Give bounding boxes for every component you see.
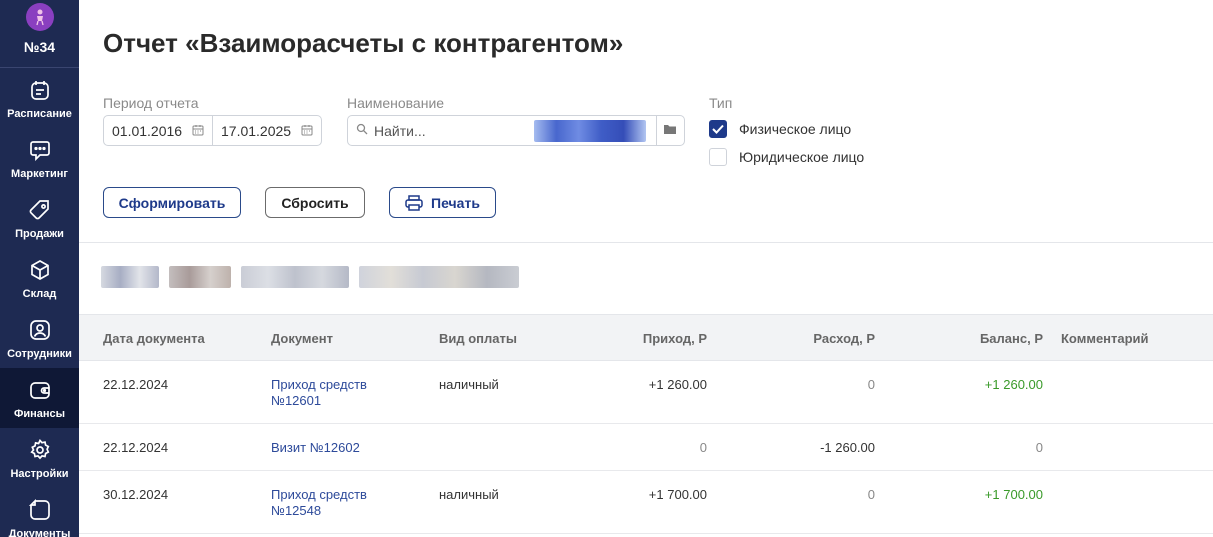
calendar-small-icon: [301, 123, 313, 139]
main-content: Отчет «Взаиморасчеты с контрагентом» Пер…: [79, 0, 1213, 537]
sidebar: №34 Расписание Маркетинг Продажи Склад С…: [0, 0, 79, 537]
document-link-line: №12548: [271, 503, 322, 518]
calendar-small-icon: [192, 123, 204, 139]
search-wrapper: [348, 116, 534, 145]
branch-switcher[interactable]: №34: [0, 0, 79, 68]
branch-label: №34: [23, 39, 56, 55]
date-to-field[interactable]: 17.01.2025: [212, 116, 321, 145]
search-input[interactable]: [374, 122, 534, 139]
sidebar-item-marketing[interactable]: Маркетинг: [0, 128, 79, 188]
generate-button[interactable]: Сформировать: [103, 187, 241, 218]
type-option-legal[interactable]: Юридическое лицо: [709, 148, 864, 166]
table-row: 22.12.2024 Приход средств №12601 наличны…: [79, 361, 1213, 424]
sidebar-item-settings[interactable]: Настройки: [0, 428, 79, 488]
column-header[interactable]: Баланс, Р: [943, 331, 1043, 346]
date-from-field[interactable]: 01.01.2016: [104, 116, 212, 145]
column-header[interactable]: Расход, Р: [775, 331, 875, 346]
document-link[interactable]: Приход средств №12601: [271, 377, 411, 409]
period-label: Период отчета: [103, 95, 199, 111]
column-header[interactable]: Комментарий: [1061, 331, 1149, 346]
sidebar-item-label: Склад: [22, 288, 57, 300]
cell-payment: наличный: [439, 487, 499, 502]
column-header[interactable]: Вид оплаты: [439, 331, 517, 346]
box-icon: [28, 258, 52, 282]
cell-date: 30.12.2024: [103, 487, 169, 502]
search-icon: [356, 122, 368, 140]
table-row: 22.12.2024 Визит №12602 0 -1 260.00 0: [79, 424, 1213, 471]
cell-expense: -1 260.00: [820, 440, 875, 455]
cell-expense: 0: [867, 487, 875, 502]
document-link-line: Визит №12602: [271, 440, 360, 455]
section-divider: [79, 242, 1213, 243]
tag-icon: [28, 198, 52, 222]
column-header[interactable]: Документ: [271, 331, 411, 346]
date-to-value: 17.01.2025: [221, 122, 292, 139]
sidebar-item-warehouse[interactable]: Склад: [0, 248, 79, 308]
table-header: Дата документа Документ Вид оплаты Прихо…: [79, 314, 1213, 361]
document-link-line: Приход средств: [271, 377, 367, 392]
checkbox-legal[interactable]: [709, 148, 727, 166]
cell-balance: +1 260.00: [984, 377, 1043, 392]
sidebar-item-label: Расписание: [7, 108, 72, 120]
sidebar-item-schedule[interactable]: Расписание: [0, 68, 79, 128]
person-icon: [28, 318, 52, 342]
column-header[interactable]: Приход, Р: [607, 331, 707, 346]
cell-income: +1 700.00: [648, 487, 707, 502]
print-button[interactable]: Печать: [389, 187, 496, 218]
sidebar-item-label: Маркетинг: [11, 168, 68, 180]
print-button-label: Печать: [431, 194, 480, 211]
document-link[interactable]: Визит №12602: [271, 440, 411, 456]
column-header[interactable]: Дата документа: [103, 331, 205, 346]
type-option-label: Юридическое лицо: [739, 149, 865, 165]
folder-icon: [663, 122, 677, 140]
sidebar-item-label: Финансы: [13, 408, 66, 420]
cell-payment: наличный: [439, 377, 499, 392]
sidebar-item-label: Продажи: [15, 228, 64, 240]
counterparty-summary-redacted: [101, 266, 519, 288]
sidebar-item-label: Настройки: [10, 468, 69, 480]
cell-income: 0: [699, 440, 707, 455]
wallet-icon: [28, 378, 52, 402]
name-label: Наименование: [347, 95, 445, 111]
sidebar-item-finance[interactable]: Финансы: [0, 368, 79, 428]
type-label: Тип: [709, 95, 733, 111]
cell-date: 22.12.2024: [103, 440, 169, 455]
calendar-icon: [28, 78, 52, 102]
counterparty-search: [347, 115, 685, 146]
document-icon: [28, 498, 52, 522]
cell-income: +1 260.00: [648, 377, 707, 392]
gear-icon: [28, 438, 52, 462]
branch-avatar-icon: [25, 3, 54, 31]
cell-balance: 0: [1035, 440, 1043, 455]
type-option-individual[interactable]: Физическое лицо: [709, 120, 851, 138]
sidebar-item-staff[interactable]: Сотрудники: [0, 308, 79, 368]
type-option-label: Физическое лицо: [739, 121, 852, 137]
date-range: 01.01.2016 17.01.2025: [103, 115, 322, 146]
reset-button[interactable]: Сбросить: [265, 187, 365, 218]
sidebar-item-documents[interactable]: Документы: [0, 488, 79, 537]
cell-date: 22.12.2024: [103, 377, 169, 392]
sidebar-item-sales[interactable]: Продажи: [0, 188, 79, 248]
checkbox-individual[interactable]: [709, 120, 727, 138]
document-link-line: Приход средств: [271, 487, 367, 502]
sidebar-item-label: Документы: [8, 528, 71, 537]
chat-bubble-icon: [28, 138, 52, 162]
sidebar-item-label: Сотрудники: [7, 348, 72, 360]
document-link-line: №12601: [271, 393, 322, 408]
cell-expense: 0: [867, 377, 875, 392]
table-row: 30.12.2024 Приход средств №12548 наличны…: [79, 471, 1213, 534]
document-link[interactable]: Приход средств №12548: [271, 487, 411, 519]
page-title: Отчет «Взаиморасчеты с контрагентом»: [103, 28, 624, 58]
printer-icon: [405, 194, 423, 211]
folder-button[interactable]: [655, 116, 684, 145]
cell-balance: +1 700.00: [984, 487, 1043, 502]
selected-counterparty-redacted: [534, 119, 646, 142]
report-table: Дата документа Документ Вид оплаты Прихо…: [79, 314, 1213, 534]
date-from-value: 01.01.2016: [112, 122, 183, 139]
